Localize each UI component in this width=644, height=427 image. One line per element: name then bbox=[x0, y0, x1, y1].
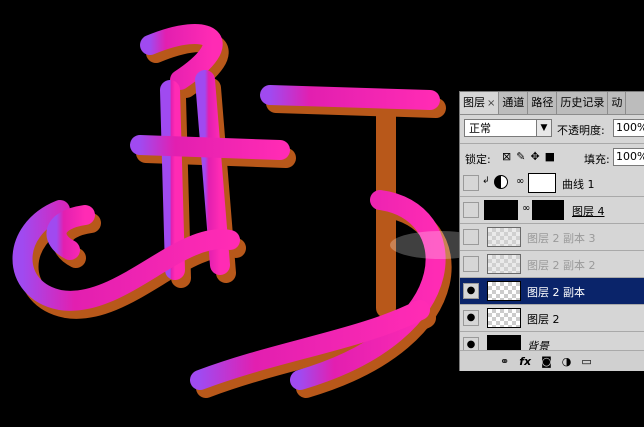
tab-label: 历史记录 bbox=[560, 96, 605, 109]
layer-thumb bbox=[487, 308, 521, 328]
tab-label: 动 bbox=[611, 96, 623, 109]
layer-row-layer-2-copy[interactable]: ● 图层 2 副本 bbox=[460, 278, 644, 305]
layers-panel: 图层× 通道 路径 历史记录 动 正常 ▼ 不透明度: 100% 锁定: ⊠ ✎… bbox=[459, 91, 644, 371]
chevron-down-icon[interactable]: ▼ bbox=[536, 120, 551, 136]
layer-row-layer-2-copy-2[interactable]: 图层 2 副本 2 bbox=[460, 251, 644, 278]
tab-channels[interactable]: 通道 bbox=[499, 92, 529, 114]
lock-icons: ⊠ ✎ ✥ ■ bbox=[502, 150, 555, 163]
divider bbox=[460, 143, 644, 144]
fill-label: 填充: bbox=[584, 153, 610, 166]
visibility-toggle[interactable] bbox=[463, 256, 479, 272]
new-group-icon[interactable]: ▭ bbox=[581, 355, 591, 368]
layer-row-curves-1[interactable]: ↲ ∞ 曲线 1 bbox=[460, 170, 644, 197]
add-mask-icon[interactable]: ◙ bbox=[541, 355, 552, 368]
layer-row-layer-2[interactable]: ● 图层 2 bbox=[460, 305, 644, 332]
close-icon[interactable]: × bbox=[487, 98, 495, 109]
visibility-toggle[interactable] bbox=[463, 229, 479, 245]
layer-row-layer-4[interactable]: ∞ 图层 4 bbox=[460, 197, 644, 224]
panel-tabs: 图层 × 通道 路径 历史记录 动 bbox=[460, 92, 644, 115]
lock-label: 锁定: bbox=[465, 153, 491, 166]
tab-label: 通道 bbox=[502, 96, 525, 109]
layer-mask-thumb bbox=[528, 173, 556, 193]
blend-mode-select[interactable]: 正常 ▼ bbox=[464, 119, 552, 137]
layer-name: 图层 2 bbox=[527, 313, 560, 326]
adjustment-layer-icon[interactable]: ◑ bbox=[562, 355, 572, 368]
lock-all-icon[interactable]: ■ bbox=[545, 150, 555, 163]
layer-thumb bbox=[487, 254, 521, 274]
chain-link-icon[interactable]: ∞ bbox=[522, 203, 530, 214]
opacity-label: 不透明度: bbox=[557, 124, 605, 137]
layer-name: 图层 2 副本 bbox=[527, 286, 585, 299]
visibility-toggle[interactable] bbox=[463, 202, 479, 218]
layer-thumb bbox=[484, 200, 518, 220]
layer-name: 图层 2 副本 3 bbox=[527, 232, 596, 245]
lock-fill-row: 锁定: ⊠ ✎ ✥ ■ 填充: 100% bbox=[460, 147, 644, 169]
layer-list: ↲ ∞ 曲线 1 ∞ 图层 4 图层 2 副本 3 图层 2 副本 2 ● 图层… bbox=[460, 170, 644, 359]
tab-actions[interactable]: 动 bbox=[608, 92, 627, 114]
layer-thumb bbox=[487, 281, 521, 301]
tab-history[interactable]: 历史记录 bbox=[557, 92, 609, 114]
clip-arrow-icon: ↲ bbox=[482, 176, 490, 186]
tab-label: 图层 bbox=[463, 96, 485, 109]
adjustment-icon bbox=[494, 175, 508, 189]
layer-thumb bbox=[487, 227, 521, 247]
panel-footer: ⚭ fx ◙ ◑ ▭ bbox=[460, 350, 644, 371]
fx-icon[interactable]: fx bbox=[519, 355, 531, 368]
eye-icon[interactable]: ● bbox=[463, 283, 479, 299]
lock-transparent-icon[interactable]: ⊠ bbox=[502, 150, 511, 163]
lock-image-icon[interactable]: ✎ bbox=[516, 150, 525, 163]
lock-position-icon[interactable]: ✥ bbox=[530, 150, 539, 163]
eye-icon[interactable]: ● bbox=[463, 310, 479, 326]
tab-label: 路径 bbox=[531, 96, 554, 109]
layer-name: 图层 2 副本 2 bbox=[527, 259, 596, 272]
layer-mask-thumb bbox=[532, 200, 564, 220]
opacity-input[interactable]: 100% bbox=[613, 119, 644, 137]
layer-name: 曲线 1 bbox=[562, 178, 595, 191]
tab-paths[interactable]: 路径 bbox=[528, 92, 558, 114]
chain-link-icon[interactable]: ∞ bbox=[516, 176, 524, 187]
tab-layers[interactable]: 图层 × bbox=[460, 92, 500, 114]
blend-mode-value: 正常 bbox=[469, 122, 491, 135]
layer-row-layer-2-copy-3[interactable]: 图层 2 副本 3 bbox=[460, 224, 644, 251]
layer-name: 图层 4 bbox=[572, 205, 605, 218]
fill-input[interactable]: 100% bbox=[613, 148, 644, 166]
link-layers-icon[interactable]: ⚭ bbox=[500, 355, 509, 368]
visibility-toggle[interactable] bbox=[463, 175, 479, 191]
blend-opacity-row: 正常 ▼ 不透明度: 100% bbox=[460, 117, 644, 141]
